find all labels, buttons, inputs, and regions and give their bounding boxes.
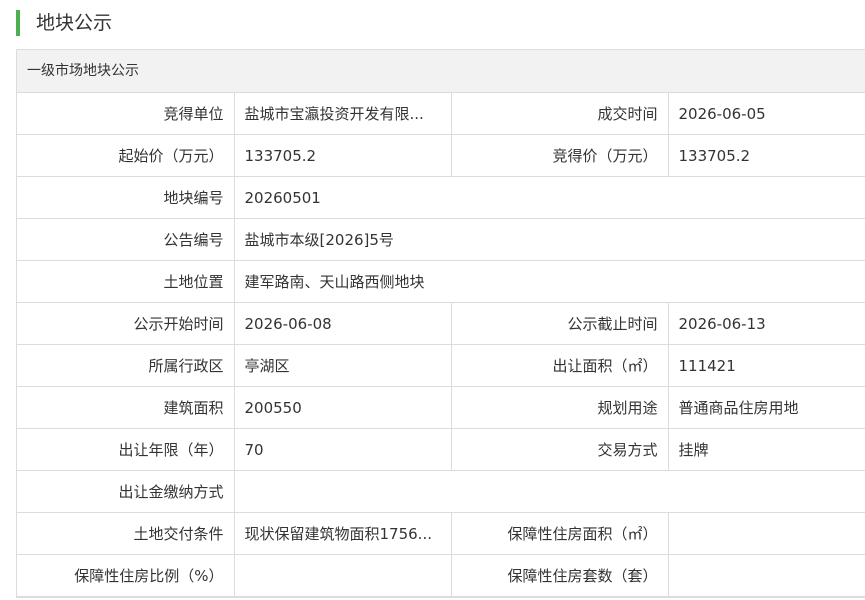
bidder-value: 盐城市宝瀛投资开发有限... bbox=[234, 93, 452, 135]
table-row: 竞得单位 盐城市宝瀛投资开发有限... 成交时间 2026-06-05 bbox=[17, 93, 865, 135]
table-row: 出让年限（年） 70 交易方式 挂牌 bbox=[17, 428, 865, 471]
location-value: 建军路南、天山路西侧地块 bbox=[234, 260, 865, 303]
parcel-info-table: 竞得单位 盐城市宝瀛投资开发有限... 成交时间 2026-06-05 起始价（… bbox=[17, 93, 865, 597]
trade-mode-label: 交易方式 bbox=[451, 428, 669, 471]
table-row: 公示开始时间 2026-06-08 公示截止时间 2026-06-13 bbox=[17, 302, 865, 345]
delivery-label: 土地交付条件 bbox=[17, 512, 235, 555]
table-row: 保障性住房比例（%） 保障性住房套数（套） bbox=[17, 554, 865, 597]
district-value: 亭湖区 bbox=[234, 344, 452, 387]
notice-no-label: 公告编号 bbox=[17, 218, 235, 261]
aff-ratio-value bbox=[234, 554, 452, 597]
table-row: 土地交付条件 现状保留建筑物面积1756... 保障性住房面积（㎡） bbox=[17, 512, 865, 555]
panel-header: 一级市场地块公示 bbox=[17, 50, 865, 93]
payment-value bbox=[234, 470, 865, 513]
notice-end-label: 公示截止时间 bbox=[451, 302, 669, 345]
area-label: 出让面积（㎡） bbox=[451, 344, 669, 387]
aff-area-value bbox=[668, 512, 865, 555]
notice-no-value: 盐城市本级[2026]5号 bbox=[234, 218, 865, 261]
page: 地块公示 一级市场地块公示 竞得单位 盐城市宝瀛投资开发有限... 成交时间 2… bbox=[0, 0, 865, 600]
term-value: 70 bbox=[234, 428, 452, 471]
deal-time-value: 2026-06-05 bbox=[668, 93, 865, 135]
deal-time-label: 成交时间 bbox=[451, 93, 669, 135]
aff-ratio-label: 保障性住房比例（%） bbox=[17, 554, 235, 597]
table-row: 出让金缴纳方式 bbox=[17, 470, 865, 513]
planned-use-value: 普通商品住房用地 bbox=[668, 386, 865, 429]
area-value: 111421 bbox=[668, 344, 865, 387]
parcel-notice-panel: 一级市场地块公示 竞得单位 盐城市宝瀛投资开发有限... 成交时间 2026-0… bbox=[16, 49, 865, 598]
table-row: 公告编号 盐城市本级[2026]5号 bbox=[17, 218, 865, 261]
bidder-label: 竞得单位 bbox=[17, 93, 235, 135]
parcel-no-value: 20260501 bbox=[234, 176, 865, 219]
page-title: 地块公示 bbox=[16, 10, 112, 36]
start-price-value: 133705.2 bbox=[234, 134, 452, 177]
aff-units-value bbox=[668, 554, 865, 597]
win-price-label: 竞得价（万元） bbox=[451, 134, 669, 177]
delivery-value: 现状保留建筑物面积1756... bbox=[234, 512, 452, 555]
notice-end-value: 2026-06-13 bbox=[668, 302, 865, 345]
parcel-no-label: 地块编号 bbox=[17, 176, 235, 219]
payment-label: 出让金缴纳方式 bbox=[17, 470, 235, 513]
win-price-value: 133705.2 bbox=[668, 134, 865, 177]
table-row: 所属行政区 亭湖区 出让面积（㎡） 111421 bbox=[17, 344, 865, 387]
table-row: 起始价（万元） 133705.2 竞得价（万元） 133705.2 bbox=[17, 134, 865, 177]
term-label: 出让年限（年） bbox=[17, 428, 235, 471]
table-row: 土地位置 建军路南、天山路西侧地块 bbox=[17, 260, 865, 303]
aff-area-label: 保障性住房面积（㎡） bbox=[451, 512, 669, 555]
trade-mode-value: 挂牌 bbox=[668, 428, 865, 471]
district-label: 所属行政区 bbox=[17, 344, 235, 387]
table-row: 地块编号 20260501 bbox=[17, 176, 865, 219]
aff-units-label: 保障性住房套数（套） bbox=[451, 554, 669, 597]
location-label: 土地位置 bbox=[17, 260, 235, 303]
building-area-value: 200550 bbox=[234, 386, 452, 429]
planned-use-label: 规划用途 bbox=[451, 386, 669, 429]
building-area-label: 建筑面积 bbox=[17, 386, 235, 429]
start-price-label: 起始价（万元） bbox=[17, 134, 235, 177]
notice-start-label: 公示开始时间 bbox=[17, 302, 235, 345]
notice-start-value: 2026-06-08 bbox=[234, 302, 452, 345]
table-row: 建筑面积 200550 规划用途 普通商品住房用地 bbox=[17, 386, 865, 429]
